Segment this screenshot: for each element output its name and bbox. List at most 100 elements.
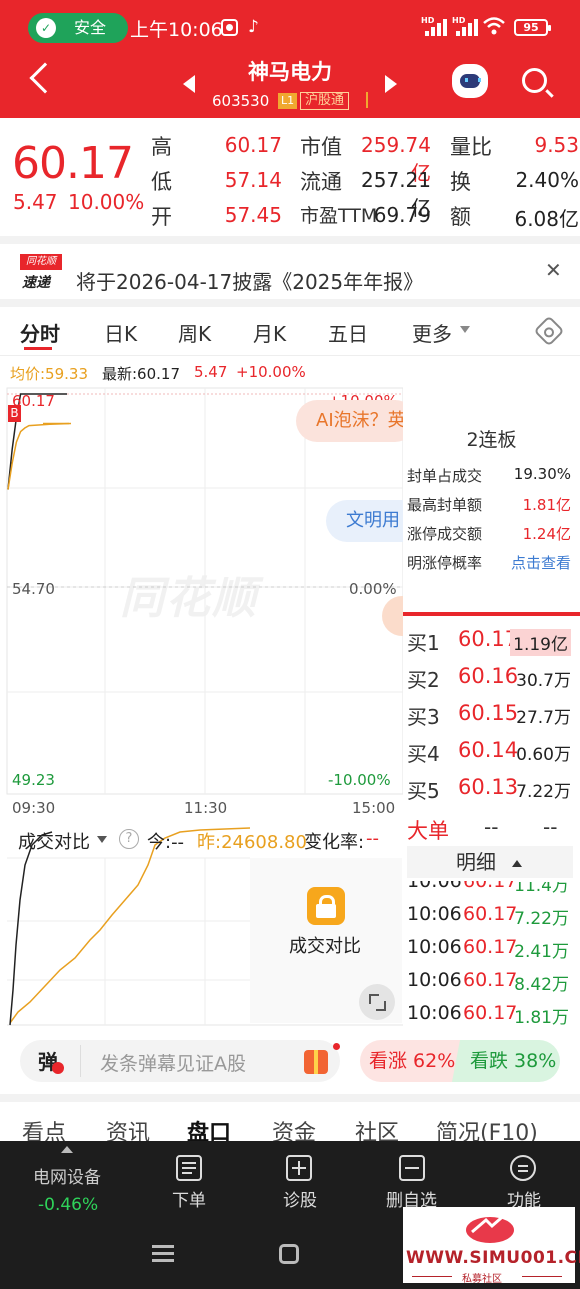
nav-recent-icon[interactable] xyxy=(152,1245,174,1262)
lock-icon[interactable] xyxy=(307,887,345,925)
next-stock-icon[interactable] xyxy=(385,75,397,93)
tab-more[interactable]: 更多 xyxy=(412,318,452,347)
tab-daily-k[interactable]: 日K xyxy=(104,318,137,347)
danmu-status-dot xyxy=(52,1062,64,1074)
limit-stat-label: 封单占成交 xyxy=(407,467,483,485)
vol-today-line xyxy=(9,831,53,1026)
remove-watchlist-icon[interactable] xyxy=(399,1155,425,1181)
quote-label: 额 xyxy=(450,205,471,229)
signal-icon-1 xyxy=(421,18,449,36)
big-order-value-1: -- xyxy=(484,815,499,839)
bid-price: 60.17 xyxy=(458,627,519,651)
limit-streak-title: 2连板 xyxy=(466,429,517,451)
lock-text[interactable]: 成交对比 xyxy=(289,932,361,958)
watermark-site: WWW.SIMU001.CN xyxy=(406,1248,580,1268)
vol-today: 今:-- xyxy=(147,832,185,853)
quote-value: 60.17 xyxy=(224,133,282,157)
quote-label: 量比 xyxy=(450,135,492,159)
diagnose-icon[interactable] xyxy=(286,1155,312,1181)
limit-stat-label: 涨停成交额 xyxy=(407,525,483,543)
divider xyxy=(0,355,580,356)
prev-stock-icon[interactable] xyxy=(183,75,195,93)
divider xyxy=(522,1276,562,1277)
divider xyxy=(0,1094,580,1102)
buy-marker: B xyxy=(8,405,21,422)
divider xyxy=(412,1276,452,1277)
menu-icon[interactable] xyxy=(510,1155,536,1181)
search-icon[interactable] xyxy=(522,68,547,93)
time-end: 15:00 xyxy=(352,799,396,817)
limit-stat-value: 1.24亿 xyxy=(522,525,571,543)
expand-icon[interactable] xyxy=(359,984,395,1020)
watermark-logo-icon xyxy=(466,1209,514,1243)
bid-price: 60.15 xyxy=(458,701,519,725)
news-logo-top: 同花顺 xyxy=(20,254,62,270)
bid-label: 买2 xyxy=(407,668,440,692)
axis-mid-right: 0.00% xyxy=(349,580,397,598)
vol-rate-label: 变化率: xyxy=(304,832,365,853)
quote-label: 换 xyxy=(450,170,471,194)
tick-price: 60.17 xyxy=(463,1002,518,1024)
bid-label: 买4 xyxy=(407,742,440,766)
quote-label: 流通 xyxy=(300,170,342,194)
tick-price: 60.17 xyxy=(463,969,518,991)
limit-stat-label: 最高封单额 xyxy=(407,496,483,514)
vote-up-button[interactable]: 看涨 62% xyxy=(360,1040,460,1082)
security-badge: ✓ 安全 xyxy=(28,13,128,43)
bid-volume: 1.19亿 xyxy=(510,629,571,656)
search-icon-handle xyxy=(545,89,554,98)
news-logo: 同花顺 速递 xyxy=(20,254,62,291)
axis-bottom-right: -10.00% xyxy=(328,771,391,789)
tab-five-day[interactable]: 五日 xyxy=(328,318,368,347)
danmu-input[interactable]: 发条弹幕见证A股 xyxy=(100,1049,246,1076)
watermark-sub: 私募社区 xyxy=(462,1274,502,1285)
chevron-up-icon xyxy=(512,860,522,867)
detail-title: 明细 xyxy=(456,850,496,874)
order-button[interactable]: 下单 xyxy=(172,1186,206,1211)
divider xyxy=(0,299,580,307)
avg-price-line xyxy=(7,422,72,490)
big-order-value-2: -- xyxy=(543,815,558,839)
back-icon[interactable] xyxy=(29,62,61,94)
diagnose-button[interactable]: 诊股 xyxy=(283,1186,317,1211)
wifi-icon xyxy=(483,17,505,35)
chevron-down-icon xyxy=(460,326,470,333)
settings-icon[interactable] xyxy=(533,315,565,347)
price-change: 5.47 xyxy=(13,190,58,214)
detail-tab[interactable]: 明细 xyxy=(407,846,573,878)
nav-home-icon[interactable] xyxy=(279,1244,299,1264)
gift-icon[interactable] xyxy=(304,1050,328,1074)
limit-stat-value: 1.81亿 xyxy=(522,496,571,514)
danmu-bubble-ai[interactable]: AI泡沫？英 xyxy=(296,400,416,442)
limit-stat-value[interactable]: 点击查看 xyxy=(511,552,571,573)
tick-volume: 2.41万 xyxy=(514,942,569,962)
bid-label: 买5 xyxy=(407,779,440,803)
order-icon[interactable] xyxy=(176,1155,202,1181)
axis-bottom-left: 49.23 xyxy=(12,771,55,789)
tick-time: 10:06 xyxy=(407,936,462,958)
sector-change: -0.46% xyxy=(38,1195,99,1215)
current-price: 60.17 xyxy=(12,138,134,189)
sector-name[interactable]: 电网设备 xyxy=(33,1163,101,1188)
ai-robot-icon[interactable] xyxy=(452,64,488,98)
bid-price: 60.13 xyxy=(458,775,519,799)
bid-price: 60.16 xyxy=(458,664,519,688)
chevron-up-icon[interactable] xyxy=(61,1146,73,1153)
close-icon[interactable]: ✕ xyxy=(545,258,562,282)
quote-value: 9.53 xyxy=(534,133,579,157)
vol-compare-select[interactable]: 成交对比 xyxy=(18,828,90,854)
limit-bar xyxy=(403,612,580,616)
tab-intraday[interactable]: 分时 xyxy=(20,318,60,347)
notification-dot xyxy=(333,1043,340,1050)
tab-weekly-k[interactable]: 周K xyxy=(178,318,211,347)
tab-monthly-k[interactable]: 月K xyxy=(253,318,286,347)
legend-change-pct: +10.00% xyxy=(236,363,306,381)
notice-text[interactable]: 将于2026-04-17披露《2025年年报》 xyxy=(76,266,423,295)
vote-down-button[interactable]: 看跌 38% xyxy=(452,1040,560,1082)
limit-stat-label: 明涨停概率 xyxy=(407,554,483,572)
bid-volume: 7.22万 xyxy=(516,782,571,802)
divider xyxy=(0,236,580,244)
divider xyxy=(366,92,368,108)
help-icon[interactable]: ? xyxy=(119,829,139,849)
quote-value: 6.08亿 xyxy=(514,207,579,231)
